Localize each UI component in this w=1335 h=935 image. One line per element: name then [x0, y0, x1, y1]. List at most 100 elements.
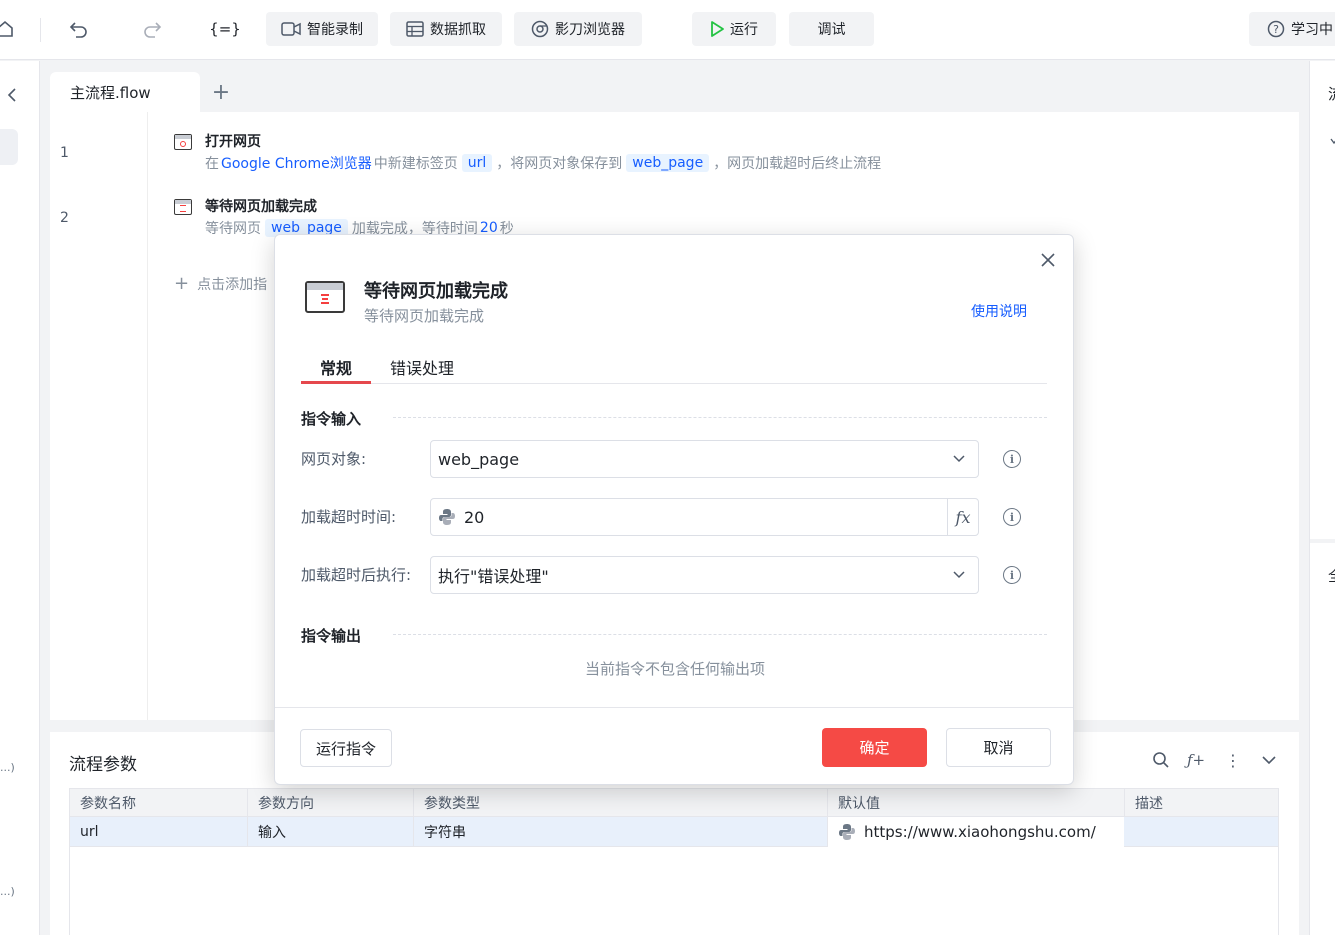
- desc-text: 在: [205, 156, 219, 172]
- right-panel-title-2: 全: [1328, 565, 1335, 586]
- line-gutter: [50, 112, 148, 720]
- param-direction: 输入: [248, 817, 414, 846]
- section-divider: [393, 417, 1047, 418]
- params-table: 参数名称 参数方向 参数类型 默认值 描述 url 输入 字符串 https:/…: [69, 788, 1279, 935]
- table-icon: [406, 21, 424, 37]
- expand-arrow-icon[interactable]: [1330, 133, 1335, 149]
- active-tab-indicator: [301, 381, 371, 384]
- svg-text:?: ?: [1273, 23, 1279, 36]
- confirm-button[interactable]: 确定: [822, 728, 927, 767]
- info-icon[interactable]: i: [1003, 450, 1021, 468]
- collapse-left-icon[interactable]: [6, 87, 18, 107]
- params-title: 流程参数: [69, 755, 137, 775]
- plus-icon: +: [174, 273, 190, 294]
- line-number: 2: [60, 210, 69, 226]
- column-header: 参数方向: [248, 789, 414, 816]
- hourglass-icon: [174, 199, 192, 215]
- toolbar-separator: [40, 18, 41, 42]
- select-value: web_page: [438, 449, 520, 469]
- help-circle-icon: ?: [1267, 20, 1285, 38]
- browser-icon: [531, 20, 549, 38]
- variable-chip: web_page: [626, 154, 710, 172]
- browser-button[interactable]: 影刀浏览器: [514, 12, 642, 46]
- help-link[interactable]: 使用说明: [971, 301, 1027, 321]
- run-label: 运行: [730, 22, 758, 38]
- redo-icon[interactable]: [139, 16, 165, 42]
- home-icon[interactable]: [0, 16, 18, 42]
- step-title[interactable]: 等待网页加载完成: [205, 196, 317, 216]
- column-header: 参数类型: [414, 789, 828, 816]
- right-panel-title: 流: [1328, 83, 1335, 104]
- step-description[interactable]: 在 Google Chrome浏览器 中新建标签页 url ，将网页对象保存到 …: [205, 153, 881, 173]
- column-header: 默认值: [828, 789, 1125, 816]
- param-type: 字符串: [414, 817, 828, 846]
- param-default-value: https://www.xiaohongshu.com/: [864, 823, 1096, 841]
- add-command-button[interactable]: + 点击添加指: [174, 273, 267, 294]
- tab-main-flow[interactable]: 主流程.flow: [50, 72, 200, 112]
- step-title[interactable]: 打开网页: [205, 131, 261, 151]
- field-label: 网页对象:: [301, 450, 367, 468]
- column-header: 参数名称: [70, 789, 248, 816]
- field-label: 加载超时后执行:: [301, 566, 412, 584]
- variable-chip: url: [461, 154, 493, 172]
- right-sidebar: 流 全: [1309, 61, 1335, 935]
- top-toolbar: {=} 智能录制 数据抓取 影刀浏览器 运行 调试 ? 学习中: [0, 0, 1335, 60]
- smart-record-label: 智能录制: [307, 22, 363, 38]
- python-icon: [838, 823, 856, 841]
- chevron-down-icon[interactable]: [1258, 749, 1280, 771]
- more-vertical-icon[interactable]: ⋮: [1222, 749, 1244, 771]
- left-sidebar: ...) ...): [0, 61, 40, 935]
- data-capture-button[interactable]: 数据抓取: [390, 12, 502, 46]
- desc-text: ，网页加载超时后终止流程: [713, 156, 882, 172]
- variables-icon[interactable]: {=}: [209, 16, 241, 42]
- fx-icon[interactable]: fx: [947, 499, 978, 535]
- hourglass-window-icon: [305, 281, 345, 313]
- fx-add-icon[interactable]: ƒ+: [1185, 749, 1207, 771]
- info-icon[interactable]: i: [1003, 566, 1021, 584]
- camera-icon: [281, 22, 301, 36]
- info-icon[interactable]: i: [1003, 508, 1021, 526]
- param-name: url: [70, 817, 248, 846]
- section-divider: [393, 634, 1047, 635]
- param-desc: [1125, 817, 1280, 846]
- column-header: 描述: [1135, 795, 1163, 812]
- debug-button[interactable]: 调试: [789, 12, 874, 46]
- add-tab-icon[interactable]: +: [208, 79, 234, 105]
- dialog-title: 等待网页加载完成: [364, 281, 508, 302]
- browser-label: 影刀浏览器: [555, 22, 625, 38]
- desc-keyword: Google Chrome浏览器: [221, 156, 372, 172]
- desc-text: ，将网页对象保存到: [496, 156, 623, 172]
- dialog-subtitle: 等待网页加载完成: [364, 307, 485, 325]
- desc-text: 中新建标签页: [373, 156, 458, 172]
- timeout-action-select[interactable]: 执行"错误处理": [430, 556, 979, 594]
- smart-record-button[interactable]: 智能录制: [266, 12, 378, 46]
- undo-icon[interactable]: [66, 16, 92, 42]
- run-command-button[interactable]: 运行指令: [300, 729, 392, 767]
- table-header: 参数名称 参数方向 参数类型 默认值 描述: [70, 789, 1278, 817]
- search-icon[interactable]: [1150, 749, 1172, 771]
- command-dialog: 等待网页加载完成 等待网页加载完成 使用说明 常规 错误处理 指令输入 网页对象…: [274, 234, 1074, 785]
- sidebar-active-item[interactable]: [0, 129, 18, 165]
- right-panel-divider: [1310, 539, 1335, 543]
- field-label: 加载超时时间:: [301, 508, 397, 526]
- open-webpage-icon: [174, 134, 192, 150]
- play-icon: [711, 21, 724, 37]
- learn-label: 学习中: [1291, 22, 1333, 38]
- cancel-button[interactable]: 取消: [946, 728, 1051, 767]
- tab-general[interactable]: 常规: [320, 355, 352, 379]
- debug-label: 调试: [817, 22, 846, 38]
- tab-error-handling[interactable]: 错误处理: [390, 355, 454, 379]
- add-command-label: 点击添加指: [197, 276, 268, 293]
- select-value: 执行"错误处理": [438, 567, 549, 586]
- run-button[interactable]: 运行: [692, 12, 776, 46]
- chevron-down-icon: [953, 455, 965, 463]
- section-input-title: 指令输入: [301, 410, 362, 428]
- param-default-input[interactable]: https://www.xiaohongshu.com/: [828, 817, 1124, 847]
- webpage-object-select[interactable]: web_page: [430, 440, 979, 478]
- timeout-input[interactable]: 20 fx: [430, 498, 979, 536]
- line-number: 1: [60, 145, 69, 161]
- learn-button[interactable]: ? 学习中: [1249, 12, 1335, 46]
- close-icon[interactable]: [1037, 249, 1059, 271]
- sidebar-truncated-text: ...): [0, 761, 15, 774]
- sidebar-truncated-text: ...): [0, 885, 15, 898]
